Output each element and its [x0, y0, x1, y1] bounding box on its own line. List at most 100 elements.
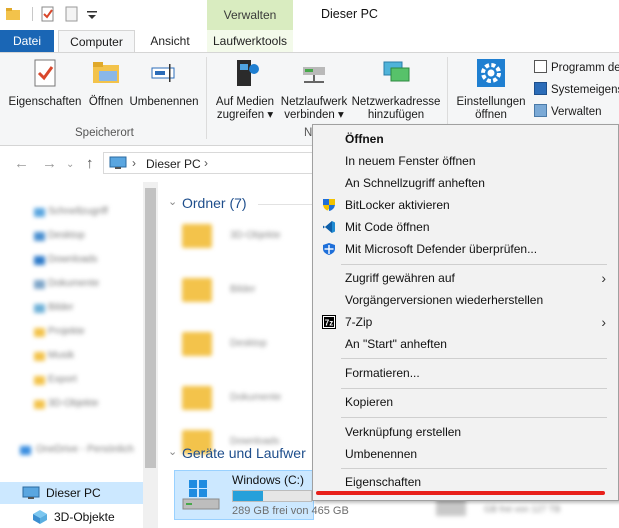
quick-access-icon [34, 208, 45, 217]
network-drive-icon [303, 67, 325, 83]
verwalten-button[interactable]: Verwalten [534, 104, 602, 118]
sidebar-item-dieser-pc[interactable]: Dieser PC [0, 482, 143, 504]
divider [206, 57, 207, 139]
new-folder-icon[interactable] [64, 6, 80, 22]
sidebar-item-3d-objekte-quick[interactable]: 3D-Objekte [48, 398, 99, 409]
eigenschaften-button[interactable]: Eigenschaften [6, 57, 84, 109]
einstellungen-oeffnen-button[interactable]: Einstellungen öffnen [452, 57, 530, 122]
media-icon [237, 60, 259, 86]
folder-label[interactable]: Dokumente [230, 392, 281, 403]
drive-usage-bar [232, 490, 312, 502]
menu-item-zugriff-gewaehren[interactable]: Zugriff gewähren auf › [313, 267, 618, 289]
customize-dropdown-icon[interactable] [84, 6, 100, 22]
folder-label[interactable]: Desktop [230, 338, 267, 349]
7zip-icon: 7z [322, 315, 336, 329]
breadcrumb-dieser-pc[interactable]: Dieser PC [146, 157, 201, 171]
up-arrow-icon[interactable]: ↑ [86, 155, 94, 172]
netzwerkadresse-hinzufuegen-button[interactable]: Netzwerkadresse hinzufügen [350, 57, 442, 122]
menu-item-label: Vorgängerversionen wiederherstellen [345, 293, 544, 307]
program-icon [534, 60, 547, 73]
sidebar-item-label: Dieser PC [46, 486, 101, 500]
folder-label[interactable]: 3D-Objekte [230, 230, 281, 241]
sidebar-item-projekte[interactable]: Projekte [48, 326, 85, 337]
address-bar[interactable]: › Dieser PC › [103, 152, 323, 174]
drive-tile-windows-c[interactable]: Windows (C:) 289 GB frei von 465 GB [174, 470, 349, 520]
folder-icon [34, 400, 45, 409]
netzlaufwerk-verbinden-button[interactable]: Netzlaufwerk verbinden ▾ [278, 57, 350, 122]
tab-datei[interactable]: Datei [0, 30, 54, 52]
menu-item-an-schnellzugriff-anheften[interactable]: An Schnellzugriff anheften [313, 172, 618, 194]
sidebar-item-onedrive[interactable]: OneDrive - Persönlich [36, 444, 134, 455]
divider [32, 7, 33, 21]
nav-scrollbar-thumb[interactable] [145, 188, 156, 468]
menu-item-label: In neuem Fenster öffnen [345, 154, 476, 168]
menu-item-verknuepfung-erstellen[interactable]: Verknüpfung erstellen [313, 421, 618, 443]
menu-item-label: Kopieren [345, 395, 394, 409]
properties-icon[interactable] [40, 6, 56, 22]
defender-icon [323, 243, 335, 255]
open-folder-icon [93, 62, 119, 83]
drive2-free-space: GB frei von 127 TB [484, 504, 561, 514]
chevron-down-icon[interactable]: ⌄ [66, 159, 74, 170]
sidebar-item-downloads[interactable]: Downloads [48, 254, 97, 265]
sidebar-item-export[interactable]: Export [48, 374, 77, 385]
menu-item-kopieren[interactable]: Kopieren [313, 391, 618, 413]
menu-item-formatieren[interactable]: Formatieren... [313, 362, 618, 384]
folder-icon[interactable] [182, 386, 212, 410]
vscode-icon [323, 221, 335, 233]
menu-item-in-neuem-fenster-oeffnen[interactable]: In neuem Fenster öffnen [313, 150, 618, 172]
folder-icon[interactable] [182, 332, 212, 356]
drive-free-space: 289 GB frei von 465 GB [232, 505, 349, 517]
programm-deinstallieren-button[interactable]: Programm de [534, 60, 619, 74]
menu-item-label: Eigenschaften [345, 475, 422, 489]
tab-computer[interactable]: Computer [58, 30, 135, 52]
group-header-ordner[interactable]: Ordner (7) [182, 195, 247, 211]
sidebar-item-dokumente[interactable]: Dokumente [48, 278, 99, 289]
sidebar-item-3d-objekte[interactable]: 3D-Objekte [0, 506, 143, 528]
menu-item-7zip[interactable]: 7z 7-Zip › [313, 311, 618, 333]
group-header-geraete[interactable]: Geräte und Laufwer [182, 445, 306, 461]
folder-icon[interactable] [5, 6, 21, 22]
drive-name: Windows (C:) [232, 473, 305, 487]
systemeigenschaften-button[interactable]: Systemeigens [534, 82, 619, 96]
menu-item-vorgaengerversionen[interactable]: Vorgängerversionen wiederherstellen [313, 289, 618, 311]
back-arrow-icon[interactable]: ← [14, 155, 29, 172]
menu-item-umbenennen[interactable]: Umbenennen [313, 443, 618, 465]
sidebar-item-desktop[interactable]: Desktop [48, 230, 85, 241]
tab-laufwerktools[interactable]: Laufwerktools [207, 30, 293, 52]
chevron-down-icon[interactable]: ⌄ [168, 195, 177, 208]
svg-text:7z: 7z [325, 319, 333, 328]
chevron-down-icon[interactable]: ⌄ [168, 445, 177, 458]
menu-item-label: Mit Microsoft Defender überprüfen... [345, 242, 538, 256]
forward-arrow-icon[interactable]: → [42, 155, 57, 172]
auf-medien-zugreifen-button[interactable]: Auf Medien zugreifen ▾ [212, 57, 278, 122]
network-location-icon [383, 61, 410, 82]
oeffnen-button[interactable]: Öffnen [85, 57, 127, 109]
chevron-right-icon: › [601, 314, 606, 330]
menu-item-label: An Schnellzugriff anheften [345, 176, 485, 190]
breadcrumb-separator: › [132, 156, 136, 170]
menu-item-mit-code-oeffnen[interactable]: Mit Code öffnen [313, 216, 618, 238]
menu-item-oeffnen[interactable]: Öffnen [313, 128, 618, 150]
sidebar-item-bilder[interactable]: Bilder [48, 302, 74, 313]
menu-item-bitlocker-aktivieren[interactable]: BitLocker aktivieren [313, 194, 618, 216]
menu-item-label: Mit Code öffnen [345, 220, 430, 234]
folder-icon[interactable] [182, 278, 212, 302]
folder-label[interactable]: Bilder [230, 284, 256, 295]
folder-icon[interactable] [182, 224, 212, 248]
nav-scrollbar[interactable] [143, 182, 158, 528]
menu-item-microsoft-defender[interactable]: Mit Microsoft Defender überprüfen... [313, 238, 618, 260]
menu-item-label: Formatieren... [345, 366, 420, 380]
menu-item-label: Zugriff gewähren auf [345, 271, 455, 285]
menu-item-eigenschaften[interactable]: Eigenschaften [313, 471, 618, 493]
tab-ansicht[interactable]: Ansicht [140, 30, 200, 52]
context-menu: Öffnen In neuem Fenster öffnen An Schnel… [312, 124, 619, 501]
sidebar-item-schnellzugriff[interactable]: Schnellzugriff [48, 206, 108, 217]
folder-icon [34, 352, 45, 361]
downloads-icon [34, 256, 45, 265]
umbenennen-button[interactable]: Umbenennen [128, 57, 200, 109]
shield-icon [323, 199, 335, 211]
contextual-tab-group-label: Verwalten [223, 8, 277, 22]
menu-item-an-start-anheften[interactable]: An "Start" anheften [313, 333, 618, 355]
sidebar-item-musik[interactable]: Musik [48, 350, 74, 361]
